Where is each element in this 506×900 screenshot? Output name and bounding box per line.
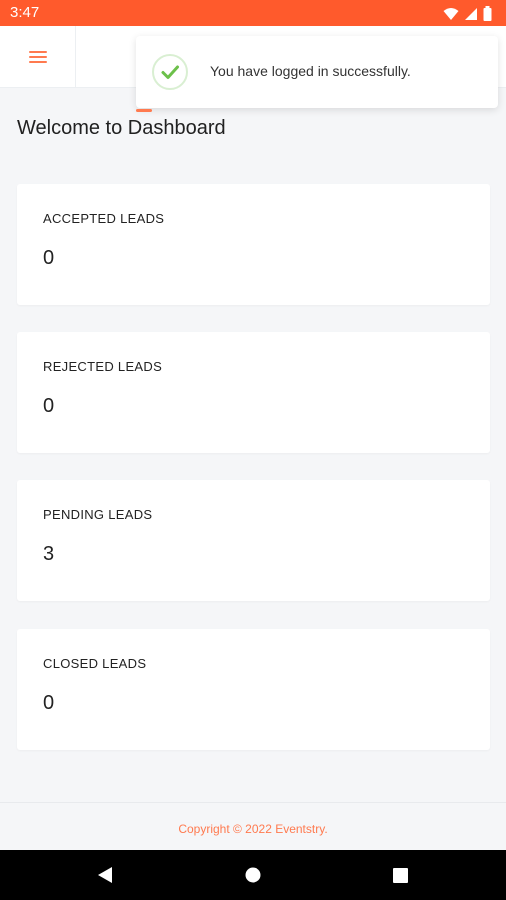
card-value: 0: [43, 692, 55, 714]
card-label: PENDING LEADS: [43, 507, 153, 522]
status-time: 3:47: [10, 4, 40, 21]
hamburger-menu-icon: [28, 50, 47, 64]
status-icons: [443, 6, 492, 26]
closed-leads-card[interactable]: CLOSED LEADS 0: [17, 629, 490, 750]
card-label: ACCEPTED LEADS: [43, 211, 165, 226]
pending-leads-card[interactable]: PENDING LEADS 3: [17, 480, 490, 601]
card-value: 0: [43, 247, 55, 269]
footer-divider: [0, 802, 506, 803]
status-bar: 3:47: [0, 0, 506, 26]
nav-home-button[interactable]: [223, 850, 283, 900]
card-label: REJECTED LEADS: [43, 359, 163, 374]
toast-progress-bar: [136, 109, 152, 112]
card-value: 0: [43, 395, 55, 417]
page-title: Welcome to Dashboard: [17, 117, 226, 139]
success-toast[interactable]: You have logged in successfully.: [136, 36, 498, 112]
system-nav-bar: [0, 850, 506, 900]
battery-icon: [483, 6, 492, 26]
card-value: 3: [43, 543, 55, 565]
nav-recents-button[interactable]: [370, 850, 430, 900]
toast-message: You have logged in successfully.: [210, 63, 411, 79]
recents-icon: [392, 867, 408, 883]
home-icon: [245, 867, 261, 883]
check-circle-icon: [152, 54, 188, 90]
accepted-leads-card[interactable]: ACCEPTED LEADS 0: [17, 184, 490, 305]
signal-icon: [464, 7, 478, 26]
card-label: CLOSED LEADS: [43, 656, 147, 671]
footer-copyright: Copyright © 2022 Eventstry.: [178, 822, 328, 836]
menu-button[interactable]: [0, 26, 76, 88]
nav-back-button[interactable]: [75, 850, 135, 900]
wifi-icon: [443, 7, 459, 26]
rejected-leads-card[interactable]: REJECTED LEADS 0: [17, 332, 490, 453]
back-icon: [98, 867, 112, 883]
